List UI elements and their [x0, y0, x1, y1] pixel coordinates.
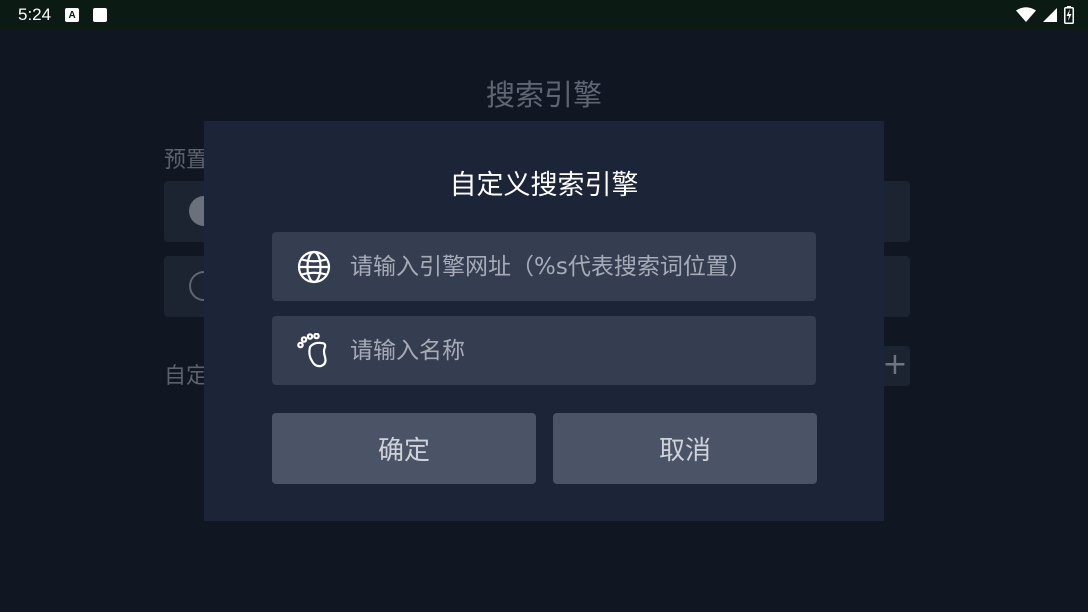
name-field[interactable] [272, 316, 816, 385]
square-notification-icon [93, 8, 108, 22]
battery-charging-icon [1064, 6, 1074, 24]
url-input[interactable] [350, 253, 816, 280]
confirm-button[interactable]: 确定 [272, 413, 536, 484]
cellular-signal-icon [1043, 8, 1057, 22]
url-field[interactable] [272, 232, 816, 301]
status-time: 5:24 [18, 5, 52, 24]
dialog-title: 自定义搜索引擎 [449, 170, 639, 201]
preset-section-label: 预置 [164, 148, 209, 173]
a-notification-icon: A [65, 8, 80, 22]
footprint-icon [296, 332, 332, 369]
cancel-button[interactable]: 取消 [553, 413, 817, 484]
add-engine-button[interactable]: + [880, 346, 910, 386]
name-input[interactable] [350, 337, 816, 364]
custom-section-label: 自定 [164, 364, 209, 389]
wifi-icon [1016, 7, 1036, 22]
status-right [1016, 6, 1074, 24]
custom-search-engine-dialog: 自定义搜索引擎 确定 取消 [204, 121, 884, 521]
status-left: 5:24 A [18, 5, 108, 25]
page-title: 搜索引擎 [485, 78, 602, 112]
status-bar: 5:24 A [0, 0, 1088, 30]
globe-icon [296, 249, 332, 285]
